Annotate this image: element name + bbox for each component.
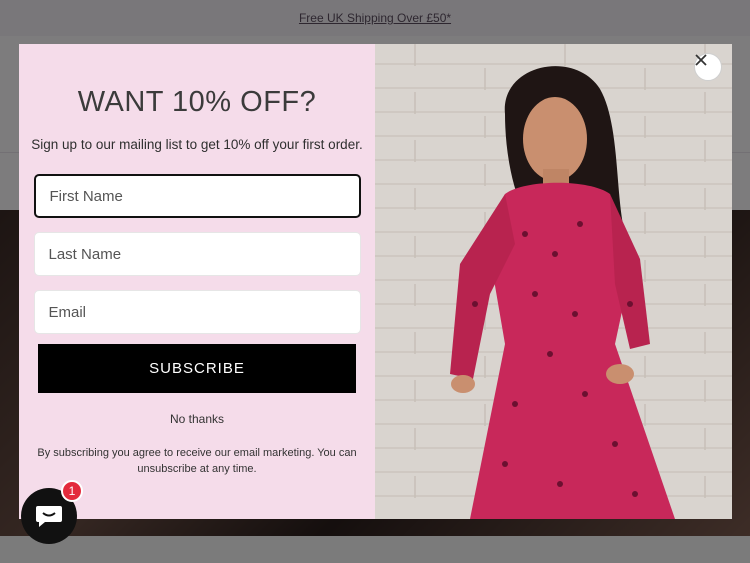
signup-form: WANT 10% OFF? Sign up to our mailing lis… xyxy=(19,44,375,519)
popup-headline: WANT 10% OFF? xyxy=(77,86,317,118)
chat-notification-badge: 1 xyxy=(61,480,83,502)
first-name-input[interactable] xyxy=(33,174,361,218)
close-icon xyxy=(695,54,707,66)
no-thanks-button[interactable]: No thanks xyxy=(164,411,230,427)
model-photo xyxy=(375,44,732,519)
email-input[interactable] xyxy=(33,290,361,334)
newsletter-popup: WANT 10% OFF? Sign up to our mailing lis… xyxy=(19,44,732,519)
popup-subhead: Sign up to our mailing list to get 10% o… xyxy=(31,137,363,152)
chat-icon xyxy=(36,506,62,527)
model-illustration xyxy=(414,44,706,519)
subscribe-button[interactable]: SUBSCRIBE xyxy=(38,344,356,393)
last-name-input[interactable] xyxy=(33,232,361,276)
disclaimer-text: By subscribing you agree to receive our … xyxy=(37,447,357,475)
close-button[interactable] xyxy=(694,53,722,81)
